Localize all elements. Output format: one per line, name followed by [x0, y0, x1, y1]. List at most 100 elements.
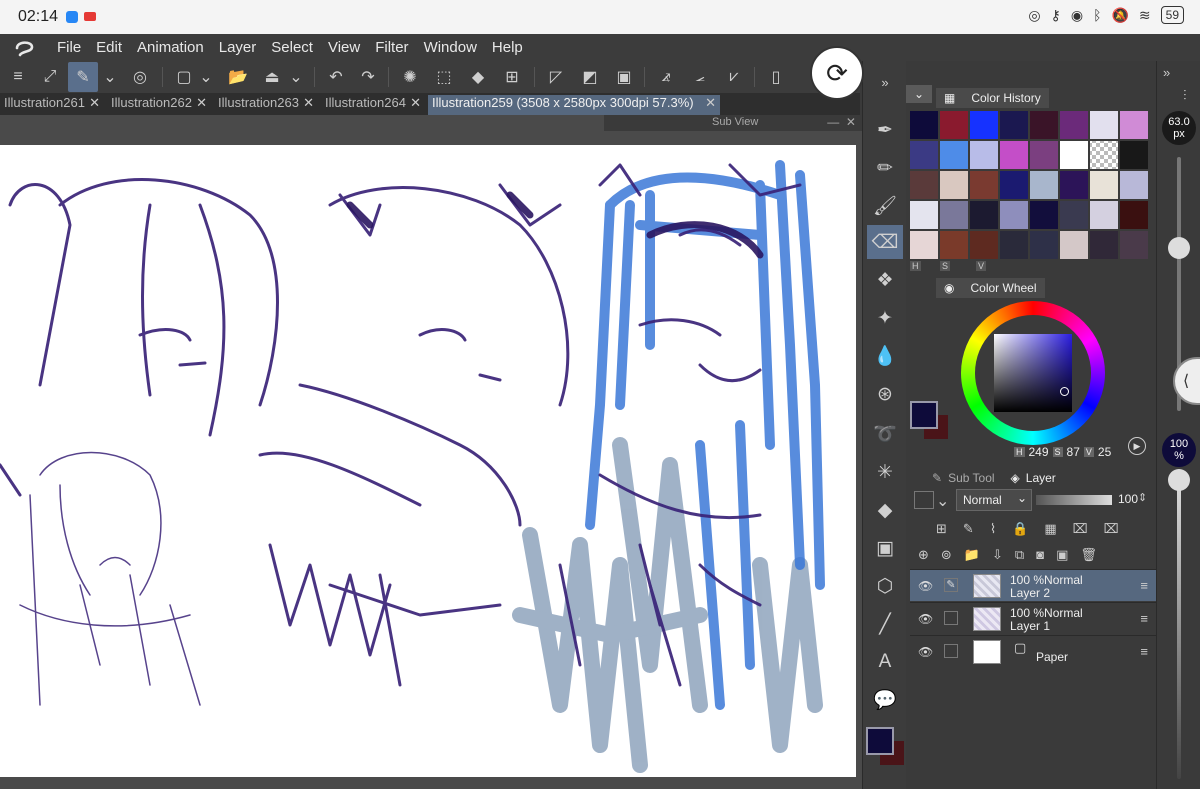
tab-illustration262[interactable]: Illustration262 ✕	[107, 95, 211, 115]
new-canvas-icon[interactable]: ▢	[172, 65, 196, 89]
tab-illustration263[interactable]: Illustration263 ✕	[214, 95, 318, 115]
color-wheel-title[interactable]: Color Wheel	[962, 278, 1045, 298]
edit-checkbox[interactable]	[944, 644, 958, 658]
menu-edit[interactable]: Edit	[96, 39, 122, 56]
opacity-slider[interactable]	[1036, 495, 1112, 505]
main-color-swatch[interactable]	[866, 727, 894, 755]
rotate-canvas-button[interactable]: ⟳	[810, 46, 864, 100]
tab-layer[interactable]: Layer	[1026, 471, 1056, 485]
color-history-swatch[interactable]	[940, 111, 968, 139]
color-history-swatch[interactable]	[1000, 171, 1028, 199]
new-vector-layer-icon[interactable]: ⊚	[941, 547, 952, 563]
color-history-swatch[interactable]	[970, 231, 998, 259]
color-history-swatch[interactable]	[1030, 171, 1058, 199]
line-tool-icon[interactable]: ╱	[867, 607, 903, 641]
visibility-eye-icon[interactable]: 👁	[918, 612, 933, 626]
menu-layer[interactable]: Layer	[219, 39, 257, 56]
delete-layer-icon[interactable]: 🗑	[1080, 547, 1097, 563]
menu-view[interactable]: View	[328, 39, 360, 56]
color-history-swatch[interactable]	[1030, 111, 1058, 139]
visibility-eye-icon[interactable]: 👁	[918, 579, 933, 593]
reference-layer-icon[interactable]: ⊞	[936, 521, 947, 537]
color-history-swatch[interactable]	[910, 141, 938, 169]
close-icon[interactable]: ✕	[410, 95, 421, 111]
color-history-swatch[interactable]	[1060, 231, 1088, 259]
color-history-swatch[interactable]	[940, 171, 968, 199]
draft-layer-icon[interactable]: ✎	[963, 521, 974, 537]
history-tag-h[interactable]: H	[910, 261, 921, 271]
color-history-swatch[interactable]	[1120, 111, 1148, 139]
color-history-swatch[interactable]	[1060, 111, 1088, 139]
layer-row-paper[interactable]: 👁 ▢ Paper ≡	[910, 635, 1156, 667]
color-history-swatch[interactable]	[1120, 171, 1148, 199]
fill-icon[interactable]: ◆	[466, 65, 490, 89]
menu-select[interactable]: Select	[271, 39, 313, 56]
saturation-value[interactable]: 87	[1067, 445, 1080, 459]
blend-mode-select[interactable]: Normal ⌄	[956, 489, 1032, 511]
ruler-snap-icon[interactable]: ⦨	[654, 65, 678, 89]
color-history-swatch[interactable]	[940, 231, 968, 259]
layer-row-layer-1[interactable]: 👁 100 %Normal Layer 1 ≡	[910, 602, 1156, 634]
color-history-swatch[interactable]	[1000, 111, 1028, 139]
text-tool-icon[interactable]: A	[867, 645, 903, 679]
export-icon[interactable]: ⏏	[260, 65, 284, 89]
color-history-swatch[interactable]	[970, 111, 998, 139]
hue-ring[interactable]	[961, 301, 1105, 445]
gradient-tool-icon[interactable]: ▣	[867, 531, 903, 565]
close-icon[interactable]: ✕	[196, 95, 207, 111]
layer-menu-icon[interactable]: ≡	[1140, 644, 1148, 659]
visibility-eye-icon[interactable]: 👁	[918, 645, 933, 659]
color-history-swatch[interactable]	[1090, 231, 1118, 259]
main-color-swatch[interactable]	[910, 401, 938, 429]
saturation-value-square[interactable]	[994, 334, 1072, 412]
color-history-swatch[interactable]	[1000, 231, 1028, 259]
apply-mask-icon[interactable]: ▣	[1056, 547, 1068, 563]
chevron-down-icon[interactable]: ⌄	[936, 491, 949, 511]
grid-snap-icon[interactable]: ⩗	[722, 65, 746, 89]
color-history-swatch[interactable]	[940, 141, 968, 169]
clip-studio-logo-icon[interactable]	[14, 38, 36, 58]
merge-down-icon[interactable]: ⧉	[1015, 547, 1024, 563]
color-history-swatch[interactable]	[1120, 141, 1148, 169]
color-history-swatch[interactable]	[1120, 201, 1148, 229]
lock-icon[interactable]: 🔒	[1012, 521, 1028, 537]
pen-tool-icon[interactable]: ✒	[867, 113, 903, 147]
color-history-swatch[interactable]	[1060, 201, 1088, 229]
show-selection-icon[interactable]: ▣	[612, 65, 636, 89]
decoration-tool-icon[interactable]: ❖	[867, 263, 903, 297]
layer-row-layer-2[interactable]: 👁 ✎ 100 %Normal Layer 2 ≡	[910, 569, 1156, 601]
layer-clip-icon[interactable]: ⌇	[990, 521, 996, 537]
stepper-icon[interactable]: ⇕	[1138, 491, 1147, 504]
close-icon[interactable]: ✕	[705, 95, 716, 111]
blend-tool-icon[interactable]: 💧	[867, 339, 903, 373]
tab-illustration264[interactable]: Illustration264 ✕	[321, 95, 425, 115]
selection-pen-icon[interactable]: ✎	[68, 62, 98, 92]
color-history-swatch[interactable]	[1120, 231, 1148, 259]
close-icon[interactable]: ✕	[303, 95, 314, 111]
color-history-swatch[interactable]	[970, 141, 998, 169]
clear-icon[interactable]: ✺	[398, 65, 422, 89]
history-tag-s[interactable]: S	[940, 261, 951, 271]
fill-tool-icon[interactable]: ◆	[867, 493, 903, 527]
color-history-swatch[interactable]	[910, 111, 938, 139]
smartphone-icon[interactable]: ▯	[764, 65, 788, 89]
lasso-tool-icon[interactable]: ➰	[867, 417, 903, 451]
edit-pen-icon[interactable]: ✎	[944, 578, 958, 592]
color-picker-cursor[interactable]	[1060, 387, 1069, 396]
tab-subtool[interactable]: Sub Tool	[948, 471, 994, 485]
color-history-swatch[interactable]	[1060, 141, 1088, 169]
transfer-down-icon[interactable]: ⇩	[992, 547, 1003, 563]
collapse-chevron-icon[interactable]: »	[1163, 65, 1170, 80]
color-history-swatch[interactable]	[1000, 141, 1028, 169]
opacity-value[interactable]: 100	[1118, 492, 1138, 506]
transform-icon[interactable]: ⊞	[500, 65, 524, 89]
color-history-swatch[interactable]	[910, 231, 938, 259]
special-ruler-snap-icon[interactable]: ⦟	[688, 65, 712, 89]
deselect-icon[interactable]: ◸	[544, 65, 568, 89]
fit-canvas-icon[interactable]: ⤢	[38, 65, 62, 89]
opacity-knob[interactable]	[1168, 469, 1190, 491]
color-history-swatch[interactable]	[1090, 201, 1118, 229]
color-history-swatch[interactable]	[910, 171, 938, 199]
mesh-tool-icon[interactable]: ⊛	[867, 377, 903, 411]
quick-access-icon[interactable]: ◎	[128, 65, 152, 89]
